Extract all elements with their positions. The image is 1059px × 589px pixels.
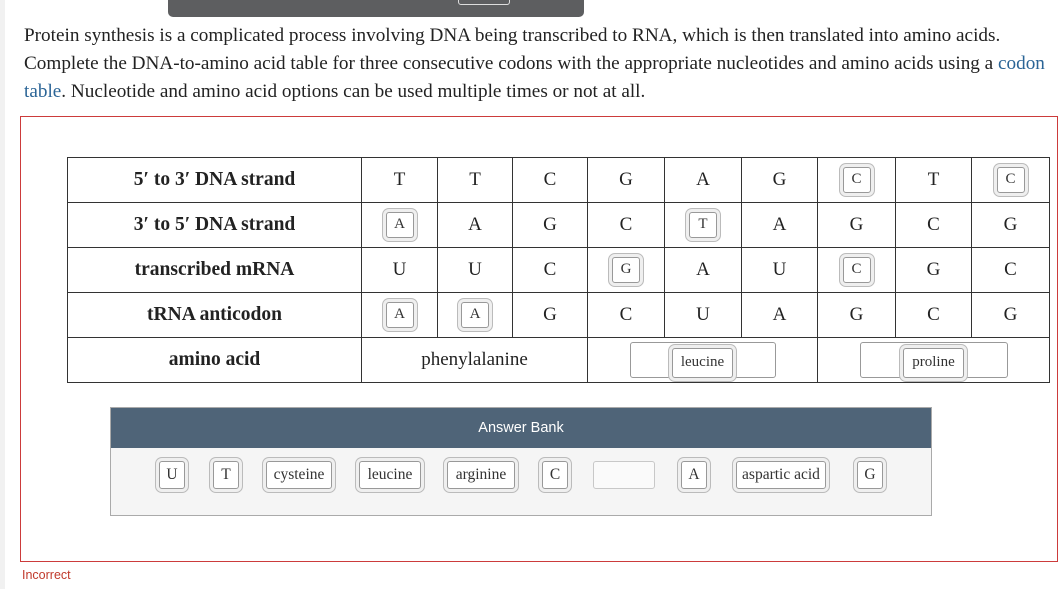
placed-nucleotide[interactable]: C [842,257,871,283]
drop-target[interactable]: C [817,247,896,293]
placed-nucleotide[interactable]: C [842,167,871,193]
cell: U [664,292,742,338]
cell: A [664,247,742,293]
row-label: tRNA anticodon [67,292,362,338]
cell: A [741,292,818,338]
placed-nucleotide[interactable]: A [385,302,414,328]
status-incorrect: Incorrect [22,568,71,582]
amino-acid-drop-target-2[interactable]: leucine [587,337,818,383]
row-label: 3′ to 5′ DNA strand [67,202,362,248]
drop-target[interactable]: C [817,157,896,203]
cell: U [361,247,438,293]
cell: C [895,202,972,248]
cell: G [741,157,818,203]
cell: A [437,202,513,248]
prompt-text-after: . Nucleotide and amino acid options can … [61,81,646,102]
placed-nucleotide[interactable]: C [996,167,1025,193]
cell: G [587,157,665,203]
bank-item-c[interactable]: C [542,461,568,489]
row-dna-5-to-3: 5′ to 3′ DNA strand T T C G A G C T C [67,157,1050,203]
placed-nucleotide[interactable]: A [461,302,489,328]
row-label: 5′ to 3′ DNA strand [67,157,362,203]
bank-item-t[interactable]: T [213,461,239,489]
amino-acid-drop-target-3[interactable]: proline [817,337,1050,383]
cell: G [971,292,1050,338]
drop-target[interactable]: C [971,157,1050,203]
cell: G [512,292,588,338]
row-trna-anticodon: tRNA anticodon A A G C U A G C G [67,292,1050,338]
amino-acid-codon-1: phenylalanine [361,337,588,383]
bank-item-cysteine[interactable]: cysteine [266,461,332,489]
placed-amino-acid[interactable]: proline [903,348,964,378]
placed-nucleotide[interactable]: T [689,212,717,238]
cell: A [664,157,742,203]
cell: C [895,292,972,338]
cell: C [512,247,588,293]
left-edge [0,0,5,589]
cell: G [895,247,972,293]
bank-item-leucine[interactable]: leucine [359,461,421,489]
cell: G [512,202,588,248]
drop-target[interactable]: G [587,247,665,293]
cell: U [741,247,818,293]
amino-acid-dropzone[interactable]: proline [859,342,1008,378]
cell: U [437,247,513,293]
cell: C [512,157,588,203]
bank-item-arginine[interactable]: arginine [447,461,515,489]
drop-target[interactable]: A [437,292,513,338]
bank-item-a[interactable]: A [681,461,707,489]
answer-bank-title: Answer Bank [111,408,931,448]
cell: G [817,292,896,338]
amino-acid-dropzone[interactable]: leucine [629,342,776,378]
placed-nucleotide[interactable]: A [385,212,414,238]
cell: T [361,157,438,203]
question-prompt: Protein synthesis is a complicated proce… [24,22,1049,106]
bank-item-g[interactable]: G [857,461,883,489]
prompt-text-before: Protein synthesis is a complicated proce… [24,25,1001,74]
row-mrna: transcribed mRNA U U C G A U C G C [67,247,1050,293]
row-dna-3-to-5: 3′ to 5′ DNA strand A A G C T A G C G [67,202,1050,248]
bank-item-empty-slot[interactable] [593,461,655,489]
placed-amino-acid[interactable]: leucine [671,348,734,378]
bank-item-aspartic-acid[interactable]: aspartic acid [736,461,826,489]
row-label: amino acid [67,337,362,383]
cell: A [741,202,818,248]
cell: C [971,247,1050,293]
cell: C [587,292,665,338]
drop-target[interactable]: T [664,202,742,248]
cell: G [817,202,896,248]
placed-nucleotide[interactable]: G [612,257,640,283]
answer-bank: Answer Bank U T cysteine leucine arginin… [110,407,932,516]
cell: G [971,202,1050,248]
drop-target[interactable]: A [361,202,438,248]
cell: T [437,157,513,203]
cell: T [895,157,972,203]
drop-target[interactable]: A [361,292,438,338]
row-label: transcribed mRNA [67,247,362,293]
dna-amino-acid-table: 5′ to 3′ DNA strand T T C G A G C T C 3′… [67,157,1050,383]
toolbar-tab[interactable] [458,0,510,5]
bank-item-u[interactable]: U [159,461,185,489]
cell: C [587,202,665,248]
top-toolbar [168,0,584,17]
row-amino-acid: amino acid phenylalanine leucine proline [67,337,1050,383]
